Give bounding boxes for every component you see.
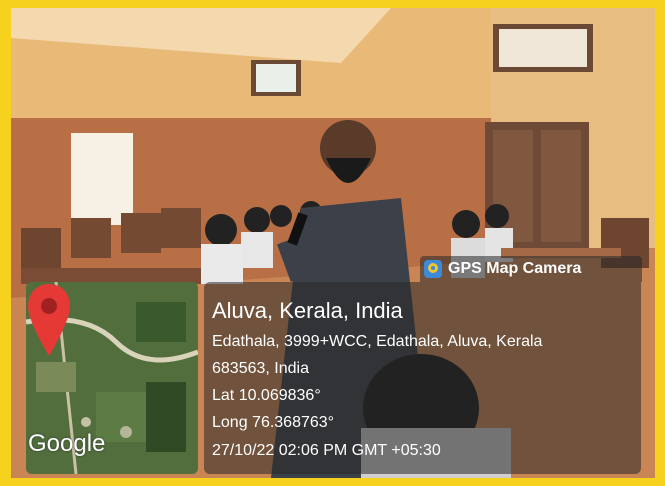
address-line-2: 683563, India <box>212 360 309 377</box>
google-logo: Google <box>28 430 106 457</box>
address-line-1: Edathala, 3999+WCC, Edathala, Aluva, Ker… <box>212 333 543 350</box>
location-info-panel: Aluva, Kerala, India Edathala, 3999+WCC,… <box>204 282 641 474</box>
gps-badge-label: GPS Map Camera <box>448 260 582 277</box>
gps-map-camera-badge: GPS Map Camera <box>420 256 642 282</box>
map-pin-icon <box>28 284 70 356</box>
latitude-text: Lat 10.069836° <box>212 387 321 404</box>
longitude-text: Long 76.368763° <box>212 414 335 431</box>
gps-map-camera-app-icon <box>424 260 442 278</box>
timestamp-text: 27/10/22 02:06 PM GMT +05:30 <box>212 442 441 459</box>
map-thumbnail: Google <box>26 282 198 474</box>
place-name: Aluva, Kerala, India <box>212 298 403 323</box>
